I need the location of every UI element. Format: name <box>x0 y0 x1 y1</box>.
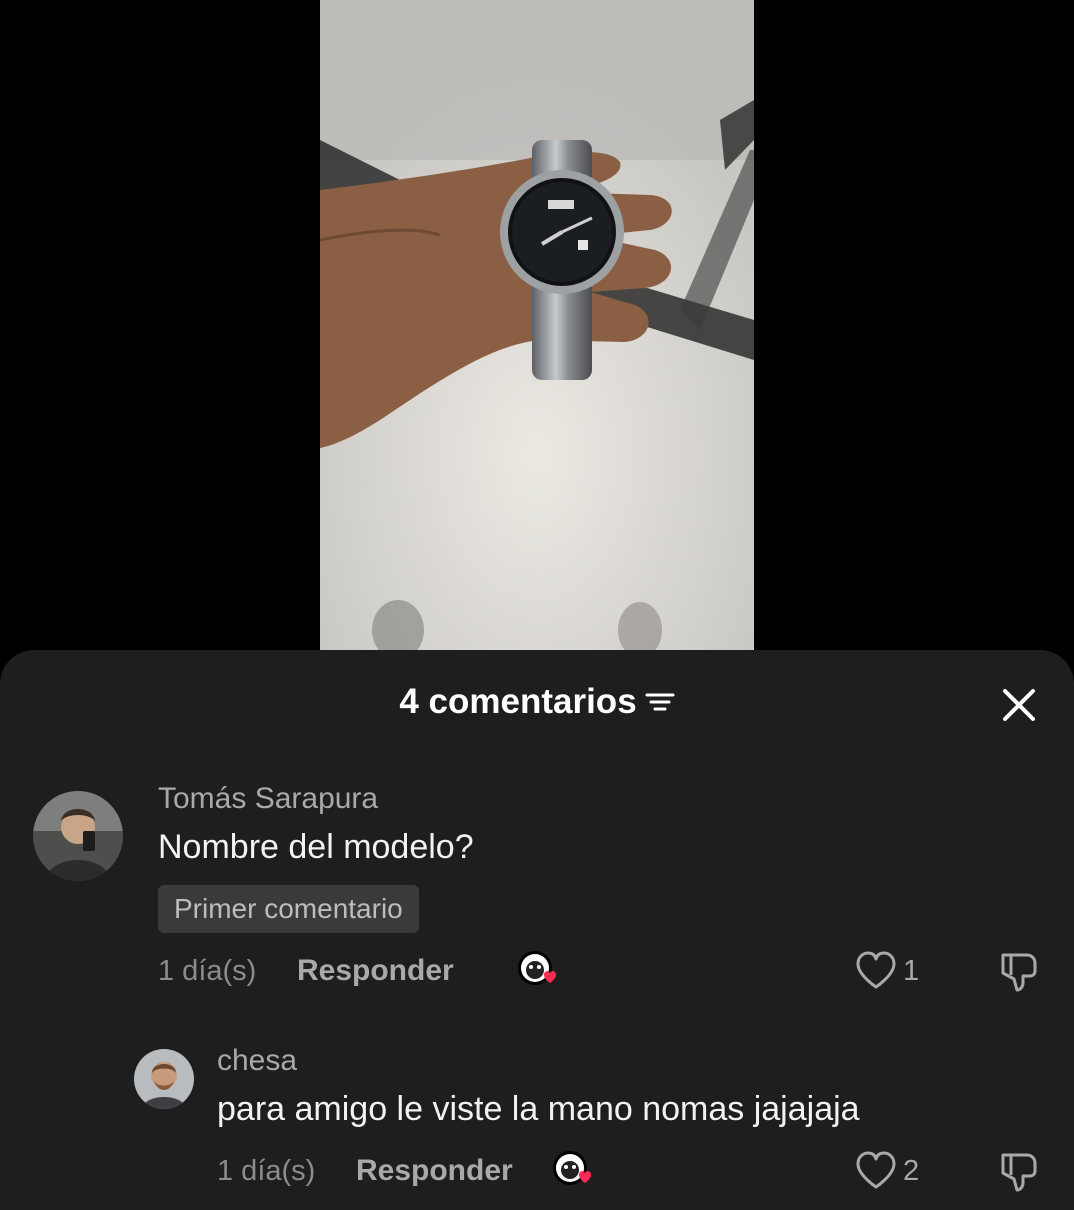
like-count: 2 <box>903 1154 920 1187</box>
comments-sheet: 4 comentarios Tomás Sarapura Nombre del … <box>0 650 1074 1210</box>
comment-text: Nombre del modelo? <box>158 828 474 866</box>
comment-timestamp: 1 día(s) <box>158 955 257 987</box>
creator-liked-icon <box>553 1151 591 1185</box>
comment-text: para amigo le viste la mano nomas jajaja… <box>217 1090 860 1128</box>
comment-username[interactable]: Tomás Sarapura <box>158 782 378 816</box>
dislike-icon[interactable] <box>997 949 1041 993</box>
avatar[interactable] <box>33 791 123 881</box>
heart-outline-icon <box>856 1151 896 1189</box>
reply-button[interactable]: Responder <box>356 1154 513 1188</box>
avatar[interactable] <box>134 1049 194 1109</box>
like-button[interactable]: 2 <box>855 1151 919 1191</box>
like-button[interactable]: 1 <box>855 951 919 991</box>
reply-button[interactable]: Responder <box>297 954 454 988</box>
comment-username[interactable]: chesa <box>217 1044 297 1078</box>
heart-outline-icon <box>856 951 896 989</box>
comment-item: Tomás Sarapura Nombre del modelo? Primer… <box>0 650 1074 1030</box>
video-still-image <box>320 0 754 650</box>
video-frame <box>320 0 754 650</box>
video-player[interactable] <box>0 0 1074 650</box>
dislike-icon[interactable] <box>997 1149 1041 1193</box>
comment-timestamp: 1 día(s) <box>217 1155 316 1187</box>
creator-liked-icon <box>518 951 556 985</box>
comment-item: chesa para amigo le viste la mano nomas … <box>0 1030 1074 1210</box>
like-count: 1 <box>903 954 920 987</box>
first-comment-badge: Primer comentario <box>158 885 419 933</box>
